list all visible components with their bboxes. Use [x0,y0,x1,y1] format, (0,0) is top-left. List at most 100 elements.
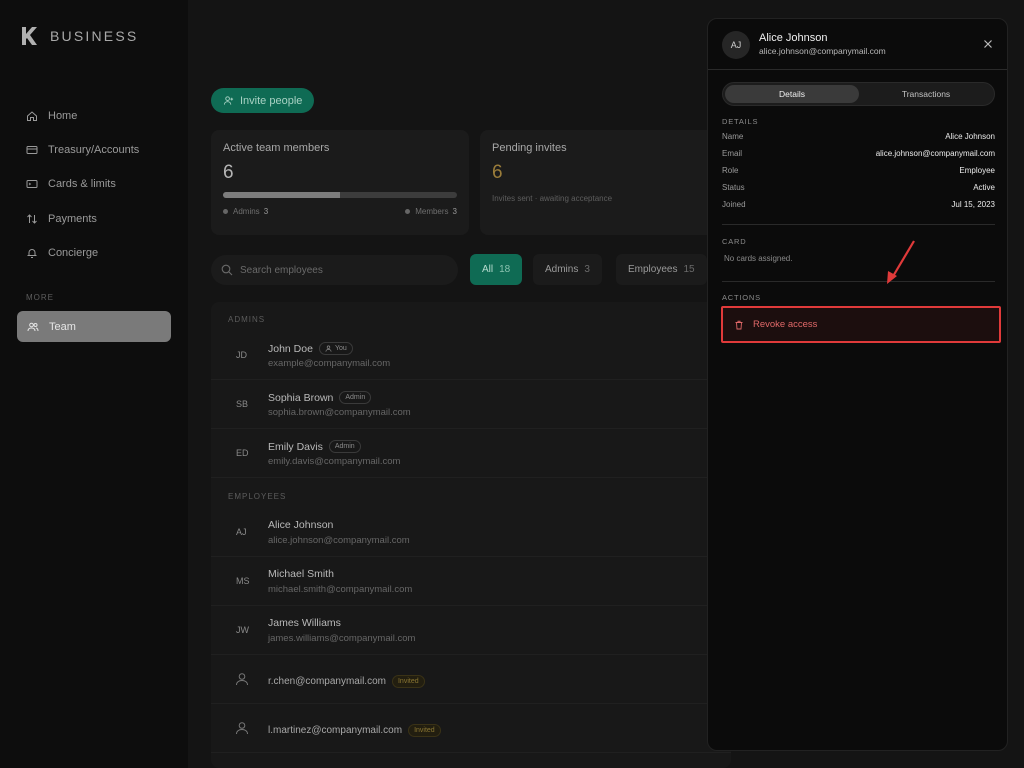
filter-count: 3 [584,264,590,275]
detail-role: Role Employee [722,166,995,178]
no-cards-text: No cards assigned. [724,254,793,263]
filter-count: 15 [683,264,695,275]
invited-badge: Invited [408,724,441,737]
sidebar-item-home[interactable]: Home [26,106,77,126]
filter-label: Employees [628,264,678,275]
avatar: MS [236,576,250,586]
user-icon [325,345,332,352]
avatar: AJ [722,31,750,59]
trash-icon [735,320,743,329]
sidebar-item-team[interactable]: Team [17,311,171,342]
sidebar-item-label: Payments [48,213,97,225]
filter-admins[interactable]: Admins 3 [533,254,602,285]
home-icon [27,111,37,121]
member-name: James Williams [268,617,341,629]
members-legend: Admins 3 Members 3 [223,207,457,216]
pending-subtitle: Invites sent · awaiting acceptance [492,194,613,203]
sidebar-item-label: Cards & limits [48,178,116,190]
list-item[interactable]: r.chen@companymail.com Invited [211,655,731,704]
list-item[interactable]: JW James Williams james.williams@company… [211,606,731,655]
detail-key: Role [722,166,739,175]
avatar: ED [236,448,249,458]
legend-admins-label: Admins [233,207,260,216]
search-icon [221,264,233,276]
you-badge: You [318,342,353,355]
terminal-card-icon [26,180,38,188]
avatar: JD [236,350,247,360]
filter-label: Admins [545,264,579,275]
sidebar: BUSINESS Home Treasury/Accounts Cards & … [0,0,188,768]
sidebar-item-payments[interactable]: Payments [26,209,97,229]
panel-tabs: Details Transactions [722,82,995,106]
revoke-access-label: Revoke access [753,319,818,330]
brand-name: BUSINESS [50,28,139,44]
invite-people-label: Invite people [240,94,303,107]
sidebar-item-concierge[interactable]: Concierge [26,243,98,263]
legend-members-label: Members [415,207,449,216]
actions-section-label: ACTIONS [722,293,761,302]
sidebar-item-label: Concierge [48,247,99,259]
details-section-label: DETAILS [722,117,759,126]
search-placeholder: Search employees [240,264,323,276]
sidebar-item-cards[interactable]: Cards & limits [26,174,116,194]
revoke-access-button[interactable]: Revoke access [721,306,1001,343]
member-email: sophia.brown@companymail.com [268,407,411,418]
filter-count: 18 [499,264,511,275]
list-item[interactable]: ED Emily Davis Admin emily.davis@companym… [211,429,731,478]
detail-email: Email alice.johnson@companymail.com [722,149,995,161]
member-name: Emily Davis Admin [268,440,361,453]
filter-all[interactable]: All 18 [470,254,523,285]
stat-value: 6 [492,162,503,183]
invited-badge: Invited [391,675,425,688]
admin-badge: Admin [328,440,361,453]
tab-transactions[interactable]: Transactions [859,85,993,103]
divider [722,281,995,282]
invited-email: r.chen@companymail.com Invited [268,675,425,688]
sidebar-section-more: MORE [26,293,54,302]
stat-value: 6 [223,162,234,183]
invited-email-text: r.chen@companymail.com [268,676,386,687]
stat-title: Pending invites [492,142,567,154]
k-logo-icon [22,27,37,45]
transfer-arrows-icon [27,214,37,224]
tab-details[interactable]: Details [725,85,859,103]
brand-logo[interactable]: BUSINESS [20,26,138,46]
close-icon[interactable] [981,37,995,51]
sidebar-item-treasury[interactable]: Treasury/Accounts [26,140,139,160]
list-item[interactable]: l.martinez@companymail.com Invited [211,704,731,753]
progress-fill [223,192,340,198]
admin-badge: Admin [339,391,372,404]
legend-members-count: 3 [452,207,457,216]
divider [722,224,995,225]
avatar: SB [236,399,249,409]
detail-name: Name Alice Johnson [722,132,995,144]
list-item[interactable]: SB Sophia Brown Admin sophia.brown@compan… [211,380,731,429]
invite-people-button[interactable]: Invite people [211,88,315,113]
legend-members: Members 3 [405,207,457,216]
detail-value: Active [973,183,995,192]
detail-value: Employee [959,166,995,175]
add-user-icon [223,96,234,105]
panel-member-email: alice.johnson@companymail.com [759,46,886,56]
member-name-text: John Doe [268,342,313,355]
detail-key: Email [722,149,743,158]
annotation-arrow-icon [887,240,915,284]
detail-value: Jul 15, 2023 [951,200,995,209]
detail-value: alice.johnson@companymail.com [875,149,995,158]
avatar: AJ [236,527,247,537]
member-email: michael.smith@companymail.com [268,584,413,595]
list-item[interactable]: AJ Alice Johnson alice.johnson@companyma… [211,508,731,557]
invited-email: l.martinez@companymail.com Invited [268,724,441,737]
search-input[interactable]: Search employees [211,255,458,285]
list-item[interactable]: JD John Doe You example@companymail.com [211,331,731,380]
member-email: alice.johnson@companymail.com [268,535,410,546]
detail-status: Status Active [722,183,995,195]
avatar: JW [236,625,249,635]
pending-invites-card: Pending invites 6 Invites sent · awaitin… [480,130,720,235]
filter-employees[interactable]: Employees 15 [616,254,707,285]
sidebar-item-label: Treasury/Accounts [48,144,140,156]
member-name: Alice Johnson [268,519,334,531]
list-item[interactable]: MS Michael Smith michael.smith@companyma… [211,557,731,606]
bell-icon [27,249,37,258]
member-name-text: Sophia Brown [268,391,334,404]
